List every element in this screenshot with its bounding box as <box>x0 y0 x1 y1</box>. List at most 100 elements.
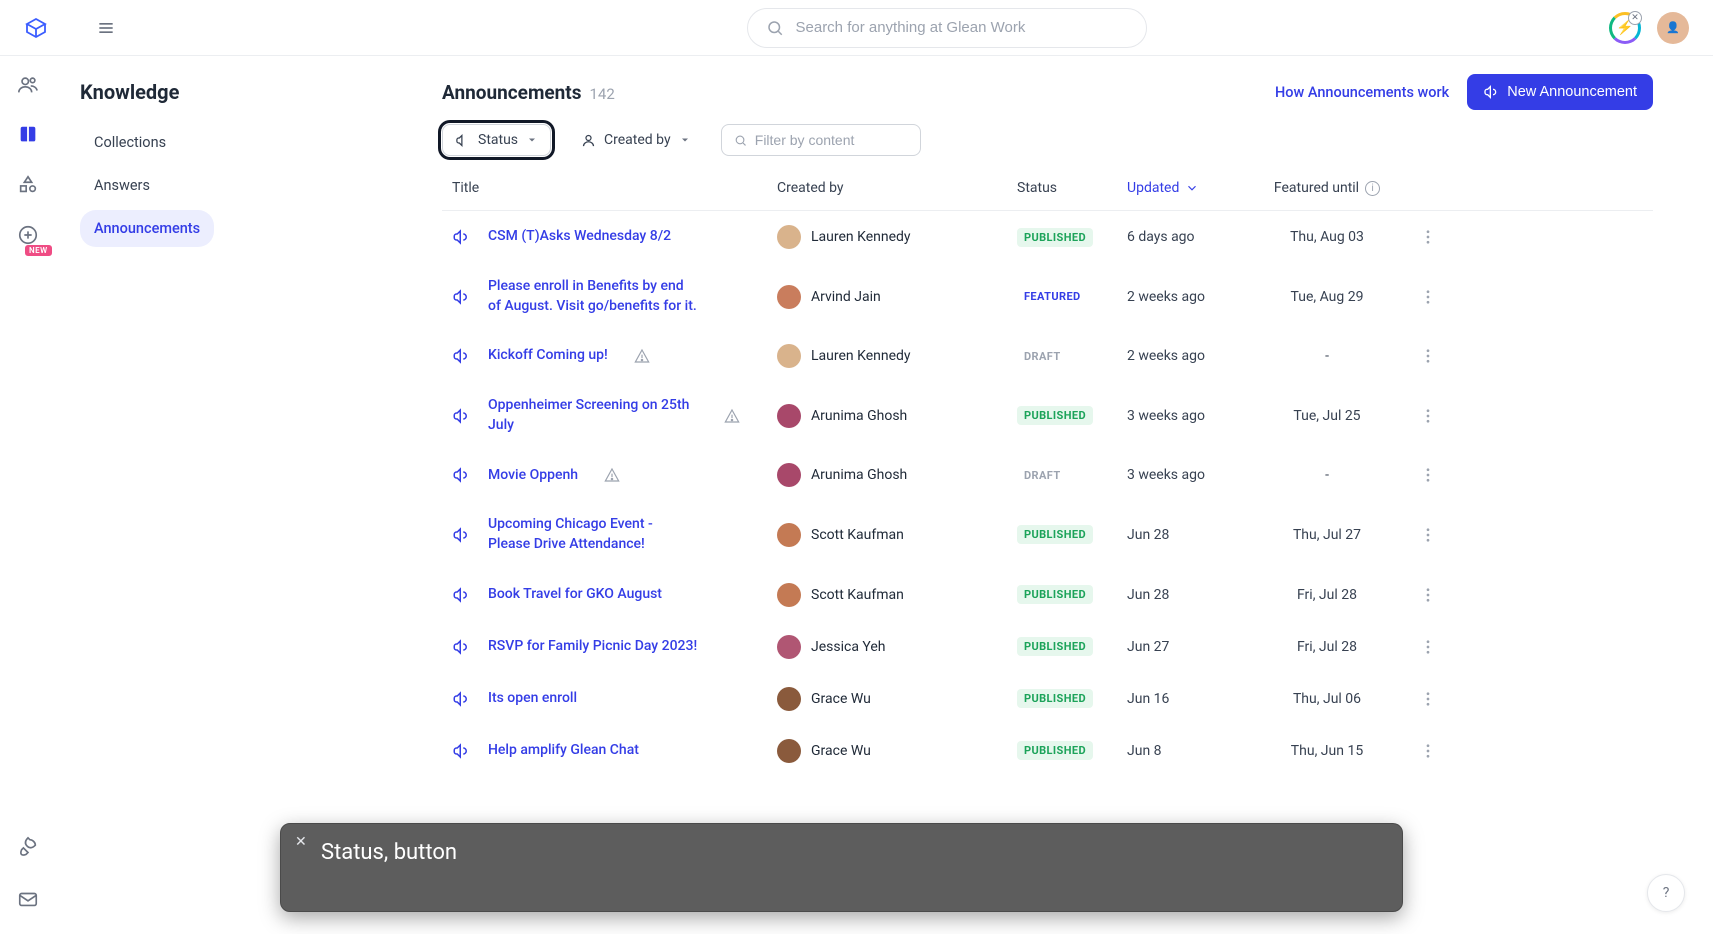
announcement-title-link[interactable]: RSVP for Family Picnic Day 2023! <box>488 637 697 657</box>
sidebar-title: Knowledge <box>80 80 402 104</box>
megaphone-icon <box>452 690 470 708</box>
content-filter[interactable] <box>721 124 921 156</box>
sidebar-item-collections[interactable]: Collections <box>80 124 180 161</box>
updated-text: 2 weeks ago <box>1127 348 1205 364</box>
book-icon[interactable] <box>17 124 39 146</box>
row-menu-button[interactable] <box>1419 407 1437 425</box>
author-avatar <box>777 583 801 607</box>
row-menu-button[interactable] <box>1419 742 1437 760</box>
megaphone-icon <box>452 742 470 760</box>
megaphone-icon <box>452 407 470 425</box>
status-badge: DRAFT <box>1017 466 1068 485</box>
status-badge: PUBLISHED <box>1017 585 1093 604</box>
row-menu-button[interactable] <box>1419 466 1437 484</box>
app-logo-icon <box>24 16 48 40</box>
announcement-title-link[interactable]: Kickoff Coming up! <box>488 346 608 366</box>
sidebar-item-announcements[interactable]: Announcements <box>80 210 214 247</box>
global-search-input[interactable] <box>796 19 1128 36</box>
row-menu-button[interactable] <box>1419 526 1437 544</box>
table-row: Kickoff Coming up!Lauren KennedyDRAFT2 w… <box>442 330 1653 382</box>
author-avatar <box>777 635 801 659</box>
shapes-icon[interactable] <box>17 174 39 196</box>
author-name: Scott Kaufman <box>811 527 904 543</box>
th-title[interactable]: Title <box>452 180 777 196</box>
created-by-filter-button[interactable]: Created by <box>569 125 703 155</box>
announcement-title-link[interactable]: Oppenheimer Screening on 25th July <box>488 396 698 435</box>
main-content: Announcements 142 How Announcements work… <box>426 56 1713 934</box>
megaphone-icon <box>452 638 470 656</box>
announcement-title-link[interactable]: Help amplify Glean Chat <box>488 741 639 761</box>
row-menu-button[interactable] <box>1419 347 1437 365</box>
row-menu-button[interactable] <box>1419 288 1437 306</box>
updated-text: Jun 28 <box>1127 587 1169 603</box>
global-search[interactable] <box>747 8 1147 48</box>
featured-text: - <box>1325 467 1329 483</box>
close-icon[interactable]: ✕ <box>1628 11 1642 25</box>
featured-text: - <box>1325 348 1329 364</box>
updated-text: Jun 28 <box>1127 527 1169 543</box>
rocket-icon[interactable] <box>17 836 39 858</box>
announcement-title-link[interactable]: Upcoming Chicago Event - Please Drive At… <box>488 515 698 554</box>
author-avatar <box>777 687 801 711</box>
chevron-down-icon <box>1185 181 1199 195</box>
table-row: CSM (T)Asks Wednesday 8/2Lauren KennedyP… <box>442 211 1653 263</box>
th-author[interactable]: Created by <box>777 180 1017 196</box>
updated-text: Jun 8 <box>1127 743 1162 759</box>
updated-text: 3 weeks ago <box>1127 408 1205 424</box>
updated-text: Jun 27 <box>1127 639 1169 655</box>
megaphone-icon <box>452 466 470 484</box>
tooltip-text: Status, button <box>321 840 457 865</box>
spark-badge[interactable]: ⚡ ✕ <box>1609 12 1641 44</box>
row-menu-button[interactable] <box>1419 228 1437 246</box>
announcement-title-link[interactable]: CSM (T)Asks Wednesday 8/2 <box>488 227 671 247</box>
th-status[interactable]: Status <box>1017 180 1127 196</box>
announcement-title-link[interactable]: Its open enroll <box>488 689 577 709</box>
megaphone-icon <box>452 288 470 306</box>
how-it-works-link[interactable]: How Announcements work <box>1275 84 1449 101</box>
people-icon[interactable] <box>17 74 39 96</box>
updated-text: Jun 16 <box>1127 691 1169 707</box>
announcement-title-link[interactable]: Please enroll in Benefits by end of Augu… <box>488 277 698 316</box>
hamburger-icon[interactable] <box>96 18 116 38</box>
page-title: Announcements <box>442 81 582 104</box>
table-row: Oppenheimer Screening on 25th JulyArunim… <box>442 382 1653 449</box>
mail-icon[interactable] <box>17 888 39 910</box>
author-avatar <box>777 523 801 547</box>
new-announcement-button[interactable]: New Announcement <box>1467 74 1653 110</box>
search-icon <box>766 19 784 37</box>
featured-text: Thu, Jun 15 <box>1291 743 1363 759</box>
content-filter-input[interactable] <box>755 132 908 148</box>
author-name: Grace Wu <box>811 743 871 759</box>
author-name: Lauren Kennedy <box>811 348 911 364</box>
megaphone-icon <box>1483 84 1499 100</box>
sidebar-item-answers[interactable]: Answers <box>80 167 164 204</box>
help-label: ? <box>1663 885 1670 901</box>
featured-text: Thu, Jul 27 <box>1293 527 1361 543</box>
announcement-title-link[interactable]: Book Travel for GKO August <box>488 585 662 605</box>
table-row: Movie OppenhArunima GhoshDRAFT3 weeks ag… <box>442 449 1653 501</box>
user-avatar[interactable]: 👤 <box>1657 12 1689 44</box>
megaphone-icon <box>452 586 470 604</box>
help-button[interactable]: ? <box>1647 874 1685 912</box>
chat-new-icon[interactable]: NEW <box>17 224 39 246</box>
megaphone-icon <box>452 228 470 246</box>
close-icon[interactable]: ✕ <box>295 834 307 850</box>
th-updated[interactable]: Updated <box>1127 180 1257 196</box>
table-row: Please enroll in Benefits by end of Augu… <box>442 263 1653 330</box>
table-row: Its open enrollGrace WuPUBLISHEDJun 16Th… <box>442 673 1653 725</box>
featured-text: Thu, Jul 06 <box>1293 691 1361 707</box>
accessibility-tooltip: ✕ Status, button <box>280 823 1403 912</box>
th-featured[interactable]: Featured until i <box>1257 180 1397 196</box>
person-icon <box>581 133 596 148</box>
status-filter-label: Status <box>478 132 518 148</box>
nav-rail: NEW <box>0 56 56 934</box>
status-filter-button[interactable]: Status <box>442 124 551 156</box>
announcement-title-link[interactable]: Movie Oppenh <box>488 466 578 486</box>
info-icon[interactable]: i <box>1365 181 1380 196</box>
author-avatar <box>777 285 801 309</box>
author-avatar <box>777 344 801 368</box>
status-badge: PUBLISHED <box>1017 228 1093 247</box>
row-menu-button[interactable] <box>1419 638 1437 656</box>
row-menu-button[interactable] <box>1419 586 1437 604</box>
row-menu-button[interactable] <box>1419 690 1437 708</box>
